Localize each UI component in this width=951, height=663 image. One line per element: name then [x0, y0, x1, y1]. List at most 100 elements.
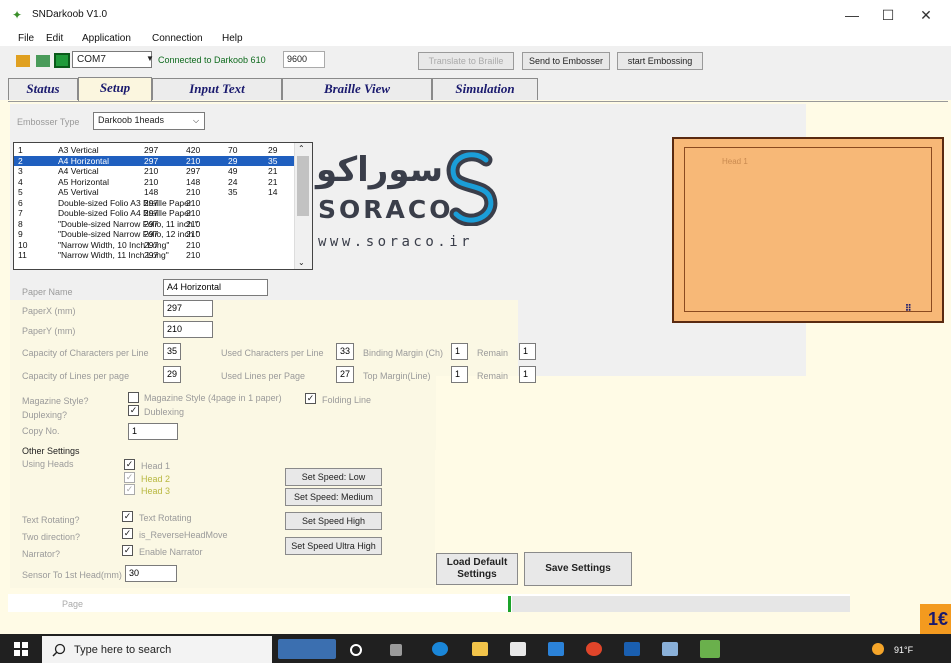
tab-input-text[interactable]: Input Text	[152, 78, 282, 100]
weather-icon[interactable]	[872, 643, 884, 655]
papery-input[interactable]: 210	[163, 321, 213, 338]
paper-list-cell-no: 1	[18, 145, 23, 155]
minimize-button[interactable]: —	[836, 4, 868, 26]
menu-application[interactable]: Application	[82, 33, 131, 44]
logo-arabic-text: سوراکو	[316, 150, 444, 190]
paper-list-row[interactable]: 7 Double-sized Folio A4 Braille Paper 297 2…	[14, 208, 295, 218]
paper-list[interactable]: 1 A3 Vertical 297 420 70 29 2 A4 Horizontal 297 2…	[13, 142, 313, 270]
paper-list-cell-name: A5 Vertival	[58, 187, 99, 197]
set-speed-low-button[interactable]: Set Speed: Low	[285, 468, 382, 486]
send-to-embosser-button[interactable]: Send to Embosser	[522, 52, 610, 70]
paper-list-cell-no: 8	[18, 218, 23, 229]
paper-list-cell-h: 210	[186, 218, 201, 229]
paper-list-cell-w: 297	[144, 229, 159, 239]
sensor-input[interactable]: 30	[125, 565, 177, 582]
top-margin-input[interactable]: 1	[451, 366, 468, 383]
tab-status[interactable]: Status	[8, 78, 78, 100]
binding-margin-label: Binding Margin (Ch)	[363, 348, 444, 358]
tab-braille-view[interactable]: Braille View	[282, 78, 432, 100]
embosser-type-select[interactable]: Darkoob 1heads	[93, 112, 205, 130]
head-1-checkbox[interactable]: ✓	[124, 459, 135, 470]
paper-list-cell-h: 210	[186, 155, 201, 166]
scroll-thumb[interactable]	[297, 156, 309, 216]
paper-list-cell-w: 297	[144, 155, 159, 166]
paper-list-row[interactable]: 2 A4 Horizontal 297 210 29 35	[14, 155, 295, 166]
tab-setup[interactable]: Setup	[78, 77, 152, 101]
head-3-checkbox[interactable]: ✓	[124, 484, 135, 495]
load-default-settings-button[interactable]: Load Default Settings	[436, 553, 518, 585]
paper-list-cell-h: 148	[186, 176, 201, 187]
menu-file[interactable]: File	[18, 33, 34, 44]
remain-lines-input[interactable]: 1	[519, 366, 536, 383]
paper-list-cell-l: 14	[268, 187, 278, 197]
connect-icon[interactable]	[54, 53, 70, 68]
set-speed-ultra-high-button[interactable]: Set Speed Ultra High	[285, 537, 382, 555]
paper-name-input[interactable]: A4 Horizontal	[163, 279, 268, 296]
save-icon[interactable]	[36, 55, 50, 67]
paper-list-row[interactable]: 10 "Narrow Width, 10 Inch Long" 297 210	[14, 240, 295, 250]
copy-no-label: Copy No.	[22, 426, 60, 436]
paperx-input[interactable]: 297	[163, 300, 213, 317]
paper-list-cell-no: 3	[18, 166, 23, 176]
paper-list-row[interactable]: 6 Double-sized Folio A3 Braille Paper 297 2…	[14, 198, 295, 208]
tab-simulation[interactable]: Simulation	[432, 78, 538, 100]
resize-grip-icon[interactable]: ⠿	[905, 303, 912, 314]
cortana-icon[interactable]	[350, 644, 362, 656]
open-folder-icon[interactable]	[16, 55, 30, 67]
menu-help[interactable]: Help	[222, 33, 243, 44]
chevron-down-icon[interactable]: ▼	[146, 54, 154, 63]
set-speed-medium-button[interactable]: Set Speed: Medium	[285, 488, 382, 506]
maximize-button[interactable]: ☐	[872, 4, 904, 26]
remain-chars-input[interactable]: 1	[519, 343, 536, 360]
start-embossing-button[interactable]: start Embossing	[617, 52, 703, 70]
store-icon[interactable]	[510, 642, 526, 656]
narrator-checkbox[interactable]: ✓	[122, 545, 133, 556]
app-icon[interactable]	[662, 642, 678, 656]
sndarkoob-taskbar-icon[interactable]	[700, 640, 720, 658]
copy-no-input[interactable]: 1	[128, 423, 178, 440]
task-view-icon[interactable]	[390, 644, 402, 656]
paper-list-row[interactable]: 1 A3 Vertical 297 420 70 29	[14, 145, 295, 155]
mail-icon[interactable]	[548, 642, 564, 656]
used-lines-input[interactable]: 27	[336, 366, 354, 383]
paper-list-row[interactable]: 3 A4 Vertical 210 297 49 21	[14, 166, 295, 176]
capacity-chars-input[interactable]: 35	[163, 343, 181, 360]
translate-button[interactable]: Translate to Braille	[418, 52, 514, 70]
used-chars-input[interactable]: 33	[336, 343, 354, 360]
windows-start-icon[interactable]	[14, 642, 28, 656]
paper-list-row[interactable]: 8 "Double-sized Narrow Folio, 11 inch " 29…	[14, 219, 295, 229]
magazine-style-checkbox[interactable]	[128, 392, 139, 403]
head-2-label: Head 2	[141, 474, 171, 484]
paper-list-row[interactable]: 9 "Double-sized Narrow Folio, 12 inch " 29…	[14, 229, 295, 239]
save-settings-button[interactable]: Save Settings	[524, 552, 632, 586]
paper-list-row[interactable]: 11 "Narrow Width, 11 Inch Long" 297 210	[14, 250, 295, 260]
edge-icon[interactable]	[432, 642, 448, 656]
paper-list-cell-l: 21	[268, 176, 278, 187]
baud-input[interactable]: 9600	[283, 51, 325, 68]
head-2-checkbox[interactable]: ✓	[124, 472, 135, 483]
chevron-up-icon[interactable]: ⌃	[298, 144, 305, 153]
menu-edit[interactable]: Edit	[46, 33, 63, 44]
paper-list-cell-c: 49	[228, 166, 238, 176]
capacity-lines-input[interactable]: 29	[163, 366, 181, 383]
two-direction-checkbox[interactable]: ✓	[122, 528, 133, 539]
set-speed-high-button[interactable]: Set Speed High	[285, 512, 382, 530]
text-rotating-checkbox[interactable]: ✓	[122, 511, 133, 522]
narrator-label: Narrator?	[22, 549, 61, 559]
news-widget-icon[interactable]	[278, 639, 336, 659]
taskbar-search-placeholder[interactable]: Type here to search	[74, 644, 171, 656]
duplexing-checkbox[interactable]: ✓	[128, 405, 139, 416]
chevron-down-icon[interactable]: ⌵	[193, 116, 199, 126]
menu-connection[interactable]: Connection	[152, 33, 203, 44]
folding-line-checkbox[interactable]: ✓	[305, 393, 316, 404]
port-select[interactable]: COM7	[72, 51, 152, 68]
chrome-icon[interactable]	[586, 642, 602, 656]
paper-list-row[interactable]: 4 A5 Horizontal 210 148 24 21	[14, 177, 295, 187]
chevron-down-icon[interactable]: ⌄	[298, 258, 305, 267]
binding-margin-input[interactable]: 1	[451, 343, 468, 360]
file-explorer-icon[interactable]	[472, 642, 488, 656]
paper-list-cell-c: 70	[228, 145, 238, 155]
close-button[interactable]: ✕	[910, 4, 942, 26]
shield-icon[interactable]	[624, 642, 640, 656]
paper-list-row[interactable]: 5 A5 Vertival 148 210 35 14	[14, 187, 295, 197]
